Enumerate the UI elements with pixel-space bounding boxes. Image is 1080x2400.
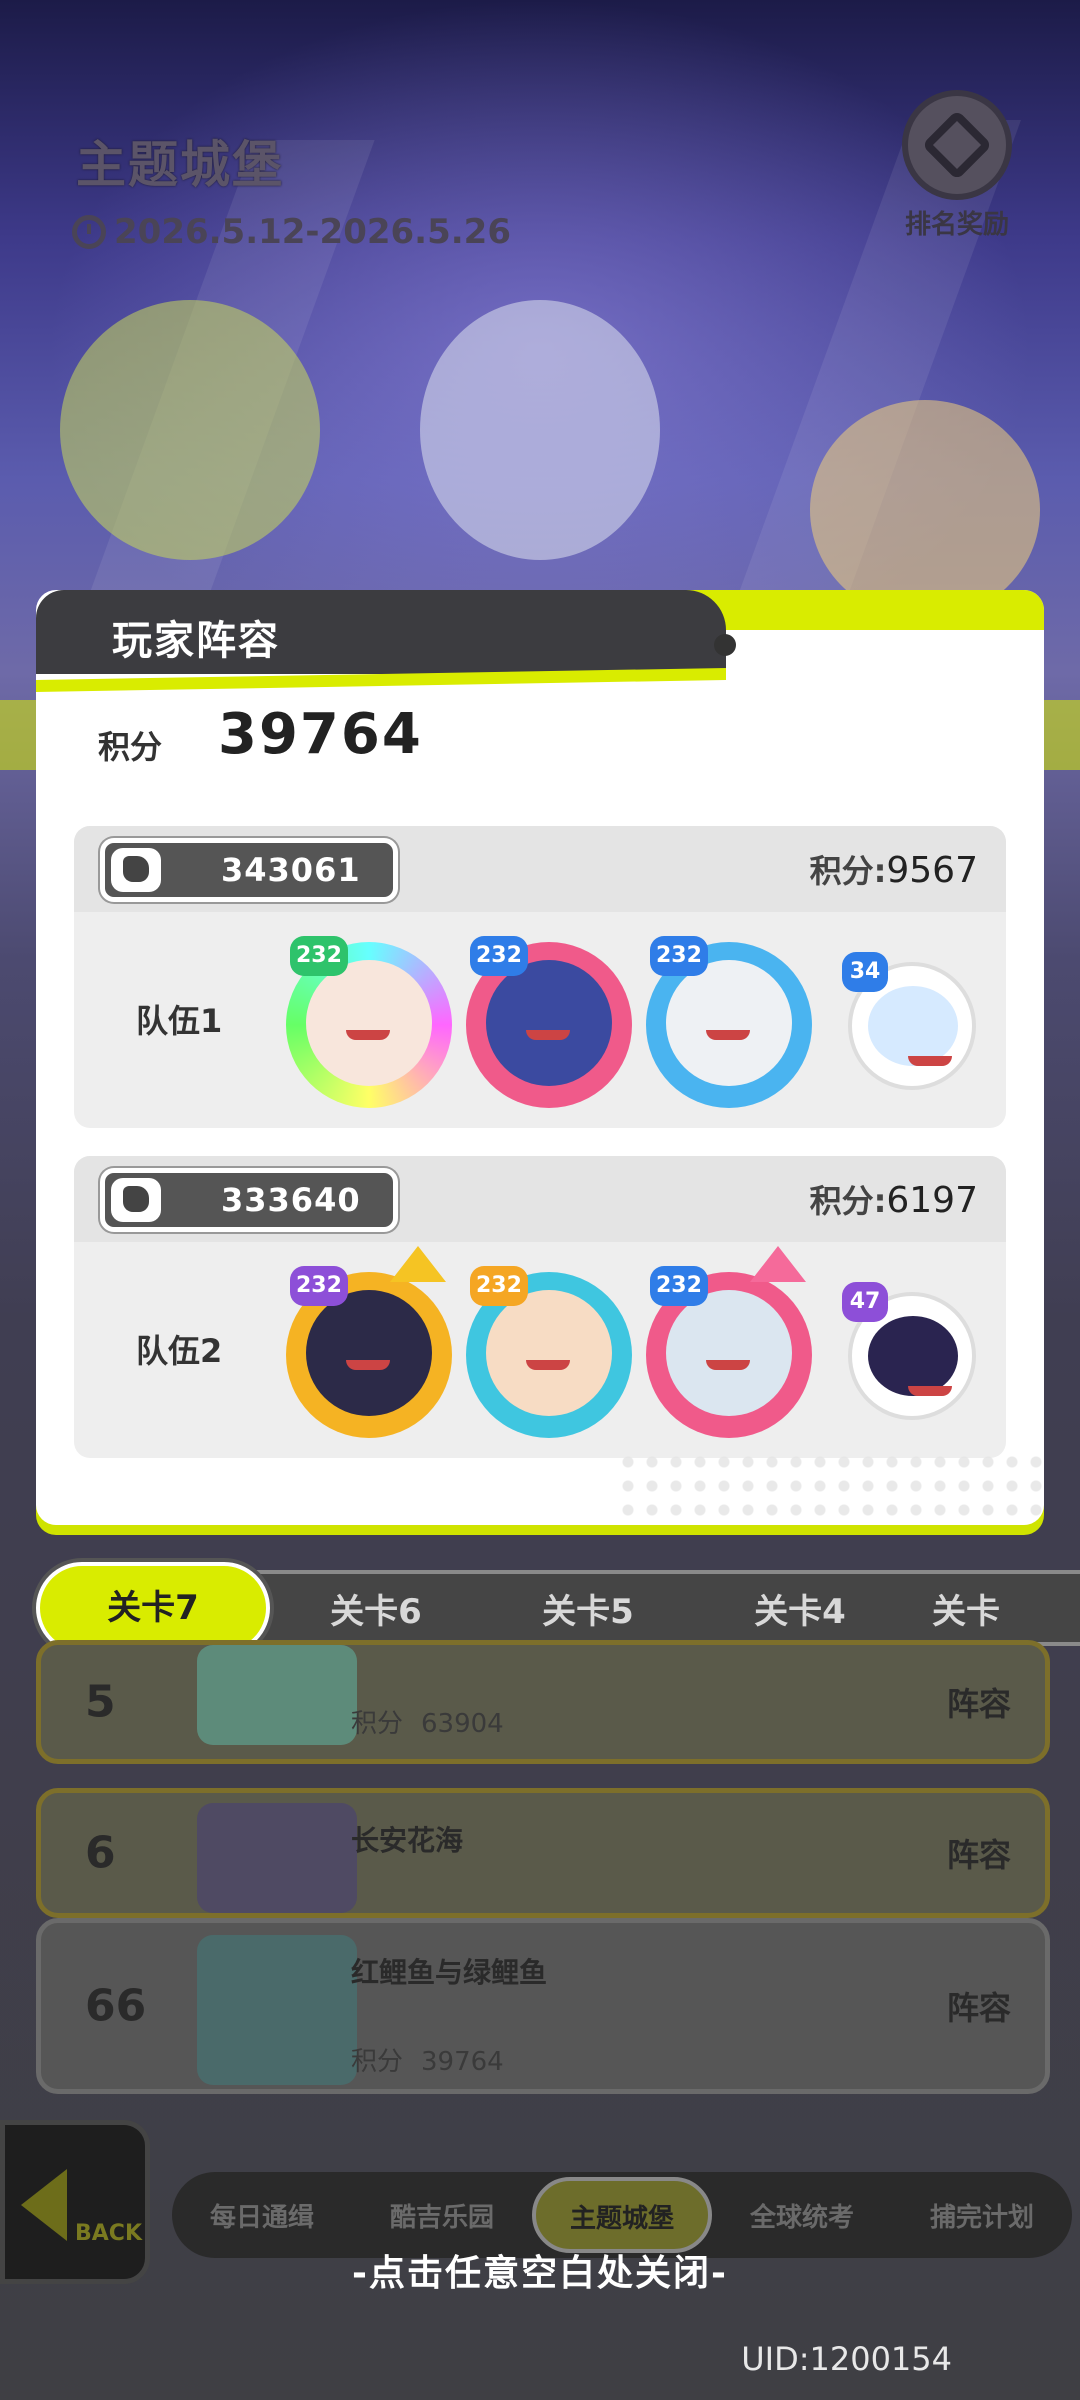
ranking-row-self[interactable]: 66 红鲤鱼与绿鲤鱼 积分 39764 阵容 — [36, 1918, 1050, 2094]
player-id: 333640 — [221, 1181, 361, 1219]
team-name: 队伍2 — [136, 1332, 223, 1370]
pet-level: 47 — [842, 1282, 888, 1322]
rank-number: 6 — [85, 1827, 116, 1879]
tab-stage-6[interactable]: 关卡6 — [270, 1584, 482, 1633]
crown-icon — [390, 1246, 446, 1282]
player-score: 积分 39764 — [351, 2047, 504, 2077]
rank-reward-button[interactable]: 排名奖励 — [882, 90, 1032, 241]
ranking-row[interactable]: 6 长安花海 阵容 — [36, 1788, 1050, 1918]
page-title: 主题城堡 — [76, 136, 284, 194]
lineup-button[interactable]: 阵容 — [947, 1983, 1011, 2029]
uid-label: UID:1200154 — [741, 2340, 952, 2378]
hero-avatar[interactable]: 232 — [286, 1246, 452, 1438]
tab-stage-more[interactable]: 关卡 — [906, 1584, 1026, 1633]
player-name: 红鲤鱼与绿鲤鱼 — [351, 1956, 548, 1989]
hero-level: 232 — [470, 936, 528, 976]
hero-avatar[interactable]: 232 — [646, 936, 812, 1108]
team-score: 积分:9567 — [809, 850, 978, 891]
hero-level: 232 — [290, 936, 348, 976]
nav-daily-wanted[interactable]: 每日通缉 — [172, 2197, 352, 2234]
player-id-badge: 333640 — [100, 1168, 398, 1232]
hero-level: 232 — [290, 1266, 348, 1306]
close-hint[interactable]: -点击任意空白处关闭- — [0, 2244, 1080, 2296]
fist-icon — [111, 1178, 161, 1222]
team-score: 积分:6197 — [809, 1180, 978, 1221]
nav-global-exam[interactable]: 全球统考 — [712, 2197, 892, 2234]
player-thumbnail — [197, 1645, 357, 1745]
total-score-value: 39764 — [218, 702, 423, 767]
event-date-row: 2026.5.12-2026.5.26 — [72, 212, 511, 252]
fist-icon — [111, 848, 161, 892]
hero-level: 232 — [650, 1266, 708, 1306]
crown-icon — [750, 1246, 806, 1282]
clock-icon — [72, 215, 106, 249]
lineup-button[interactable]: 阵容 — [947, 1679, 1011, 1725]
hero-level: 232 — [650, 936, 708, 976]
total-score-label: 积分 — [98, 728, 163, 766]
tab-stage-4[interactable]: 关卡4 — [694, 1584, 906, 1633]
player-id-badge: 343061 — [100, 838, 398, 902]
dot-pattern-decoration — [616, 1450, 1044, 1525]
hero-avatar[interactable]: 232 — [646, 1246, 812, 1438]
nav-catch-plan[interactable]: 捕完计划 — [892, 2197, 1072, 2234]
pet-level: 34 — [842, 952, 888, 992]
ranking-row[interactable]: 5 积分 63904 阵容 — [36, 1640, 1050, 1764]
team-name: 队伍1 — [136, 1002, 223, 1040]
hero-level: 232 — [470, 1266, 528, 1306]
lineup-button[interactable]: 阵容 — [947, 1830, 1011, 1876]
back-arrow-icon — [21, 2169, 67, 2241]
hero-avatar[interactable]: 232 — [286, 936, 452, 1108]
rank-reward-label: 排名奖励 — [904, 210, 1009, 240]
rank-number: 5 — [85, 1676, 116, 1728]
character-art-center — [420, 300, 660, 560]
hero-avatar[interactable]: 232 — [466, 936, 632, 1108]
pet-avatar[interactable]: 47 — [842, 1282, 976, 1420]
trophy-icon — [902, 90, 1012, 200]
player-thumbnail — [197, 1803, 357, 1913]
modal-title: 玩家阵容 — [112, 618, 280, 664]
rank-number: 66 — [85, 1980, 147, 2032]
tab-stage-5[interactable]: 关卡5 — [482, 1584, 694, 1633]
pet-avatar[interactable]: 34 — [842, 952, 976, 1090]
event-date-range: 2026.5.12-2026.5.26 — [114, 212, 511, 252]
team-card: 333640 积分:6197 队伍2 232 232 232 47 — [74, 1156, 1006, 1458]
back-label: BACK — [75, 2221, 142, 2246]
player-thumbnail — [197, 1935, 357, 2085]
player-name: 长安花海 — [351, 1824, 464, 1857]
hero-avatar[interactable]: 232 — [466, 1266, 632, 1438]
character-art-right — [810, 400, 1040, 620]
player-lineup-modal: 玩家阵容 积分 39764 343061 积分:9567 队伍1 232 232… — [36, 590, 1044, 1525]
nav-kuji-park[interactable]: 酷吉乐园 — [352, 2197, 532, 2234]
player-id: 343061 — [221, 851, 361, 889]
character-art-left — [60, 300, 320, 560]
nav-theme-castle[interactable]: 主题城堡 — [532, 2177, 712, 2253]
player-score: 积分 63904 — [351, 1709, 504, 1739]
team-card: 343061 积分:9567 队伍1 232 232 232 34 — [74, 826, 1006, 1128]
